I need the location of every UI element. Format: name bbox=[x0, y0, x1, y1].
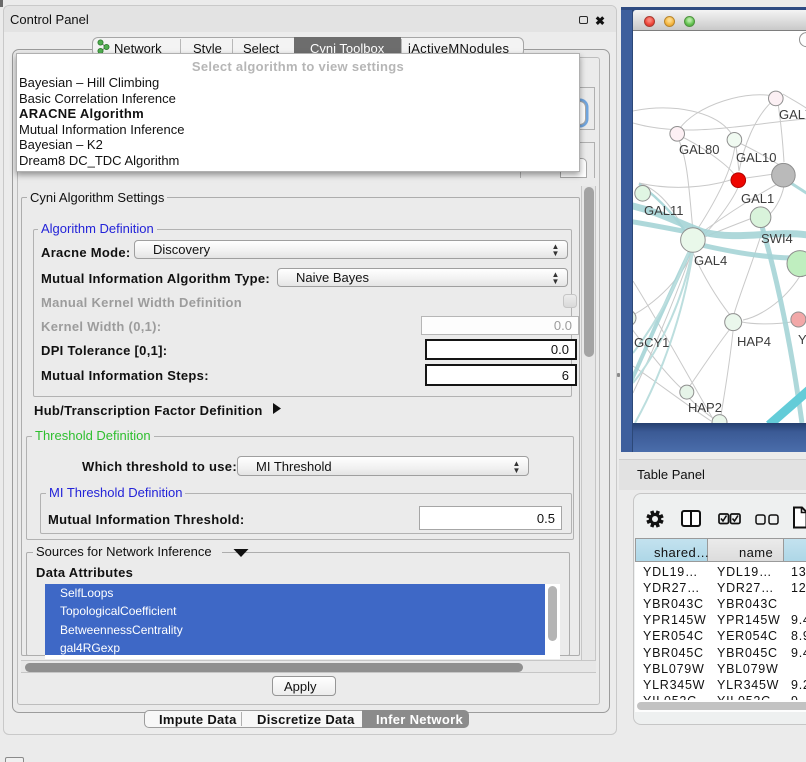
svg-text:GCY1: GCY1 bbox=[634, 335, 669, 350]
svg-text:HAP4: HAP4 bbox=[737, 334, 771, 349]
svg-text:HAP2: HAP2 bbox=[688, 400, 722, 415]
svg-text:YM: YM bbox=[798, 332, 806, 347]
svg-text:GAL1: GAL1 bbox=[741, 191, 774, 206]
svg-text:GAL7: GAL7 bbox=[779, 107, 806, 122]
svg-text:SWI4: SWI4 bbox=[761, 231, 793, 246]
svg-text:GAL4: GAL4 bbox=[694, 253, 727, 268]
svg-text:GAL11: GAL11 bbox=[644, 203, 684, 218]
svg-text:GAL80: GAL80 bbox=[679, 142, 719, 157]
svg-text:GAL10: GAL10 bbox=[736, 150, 776, 165]
